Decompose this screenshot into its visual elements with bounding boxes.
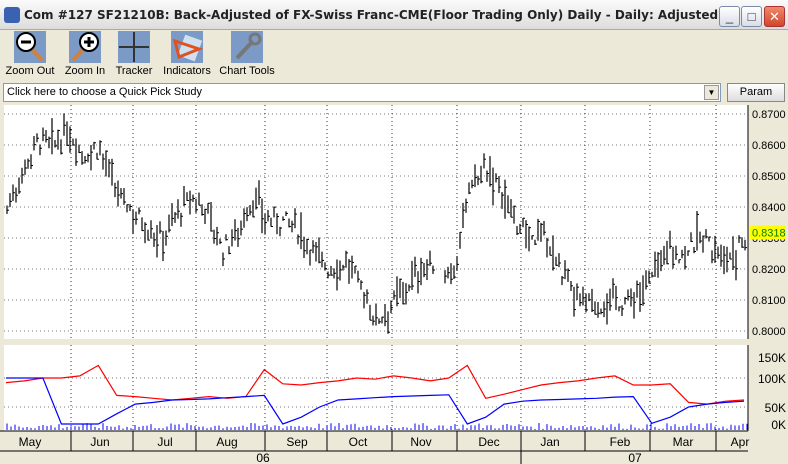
price-tick-label: 0.8500: [752, 171, 786, 183]
last-price-label: 0.8318: [752, 227, 786, 239]
month-label: Feb: [610, 435, 631, 449]
chart-area[interactable]: 0.87000.86000.85000.84000.83000.82000.81…: [0, 104, 788, 464]
zoom-out-button[interactable]: Zoom Out: [5, 31, 55, 77]
zoom-in-icon: [69, 31, 101, 63]
month-label: May: [19, 435, 42, 449]
tracker-button[interactable]: Tracker: [114, 31, 154, 77]
minimize-button[interactable]: _: [719, 6, 740, 27]
month-label: Mar: [673, 435, 694, 449]
maximize-button[interactable]: □: [741, 6, 762, 27]
chevron-down-icon[interactable]: ▼: [704, 85, 719, 100]
month-label: Jan: [540, 435, 559, 449]
indicators-icon: [171, 31, 204, 63]
volume-tick-label: 100K: [758, 372, 786, 386]
zoom-out-icon: [14, 31, 46, 63]
price-tick-label: 0.8200: [752, 264, 786, 276]
year-label: 06: [256, 451, 270, 464]
window-title: Com #127 SF21210B: Back-Adjusted of FX-S…: [24, 8, 719, 22]
month-label: Dec: [478, 435, 499, 449]
price-tick-label: 0.8600: [752, 140, 786, 152]
price-tick-label: 0.8700: [752, 109, 786, 121]
month-label: Sep: [286, 435, 308, 449]
toolbar: Zoom Out Zoom In Tracker Indicators Char…: [0, 31, 788, 81]
volume-tick-label: 150K: [758, 351, 786, 365]
month-label: Aug: [216, 435, 237, 449]
volume-panel: [4, 345, 748, 431]
chart-tools-button[interactable]: Chart Tools: [219, 31, 275, 77]
param-button[interactable]: Param: [727, 83, 785, 102]
price-tick-label: 0.8100: [752, 295, 786, 307]
price-tick-label: 0.8000: [752, 326, 786, 338]
month-label: Oct: [349, 435, 368, 449]
crosshair-icon: [118, 31, 150, 63]
title-bar: Com #127 SF21210B: Back-Adjusted of FX-S…: [0, 0, 788, 30]
price-tick-label: 0.8400: [752, 202, 786, 214]
year-label: 07: [628, 451, 642, 464]
month-label: Jun: [90, 435, 109, 449]
close-button[interactable]: ✕: [764, 6, 785, 27]
volume-tick-label: 50K: [765, 401, 786, 415]
app-icon: [4, 7, 20, 23]
zoom-in-button[interactable]: Zoom In: [63, 31, 107, 77]
indicators-button[interactable]: Indicators: [162, 31, 212, 77]
month-label: Nov: [410, 435, 431, 449]
month-label: Jul: [157, 435, 172, 449]
quick-pick-study-select[interactable]: Click here to choose a Quick Pick Study …: [3, 83, 721, 102]
volume-tick-label: 0K: [771, 418, 786, 432]
wrench-icon: [231, 31, 263, 63]
month-label: Apr: [731, 435, 750, 449]
